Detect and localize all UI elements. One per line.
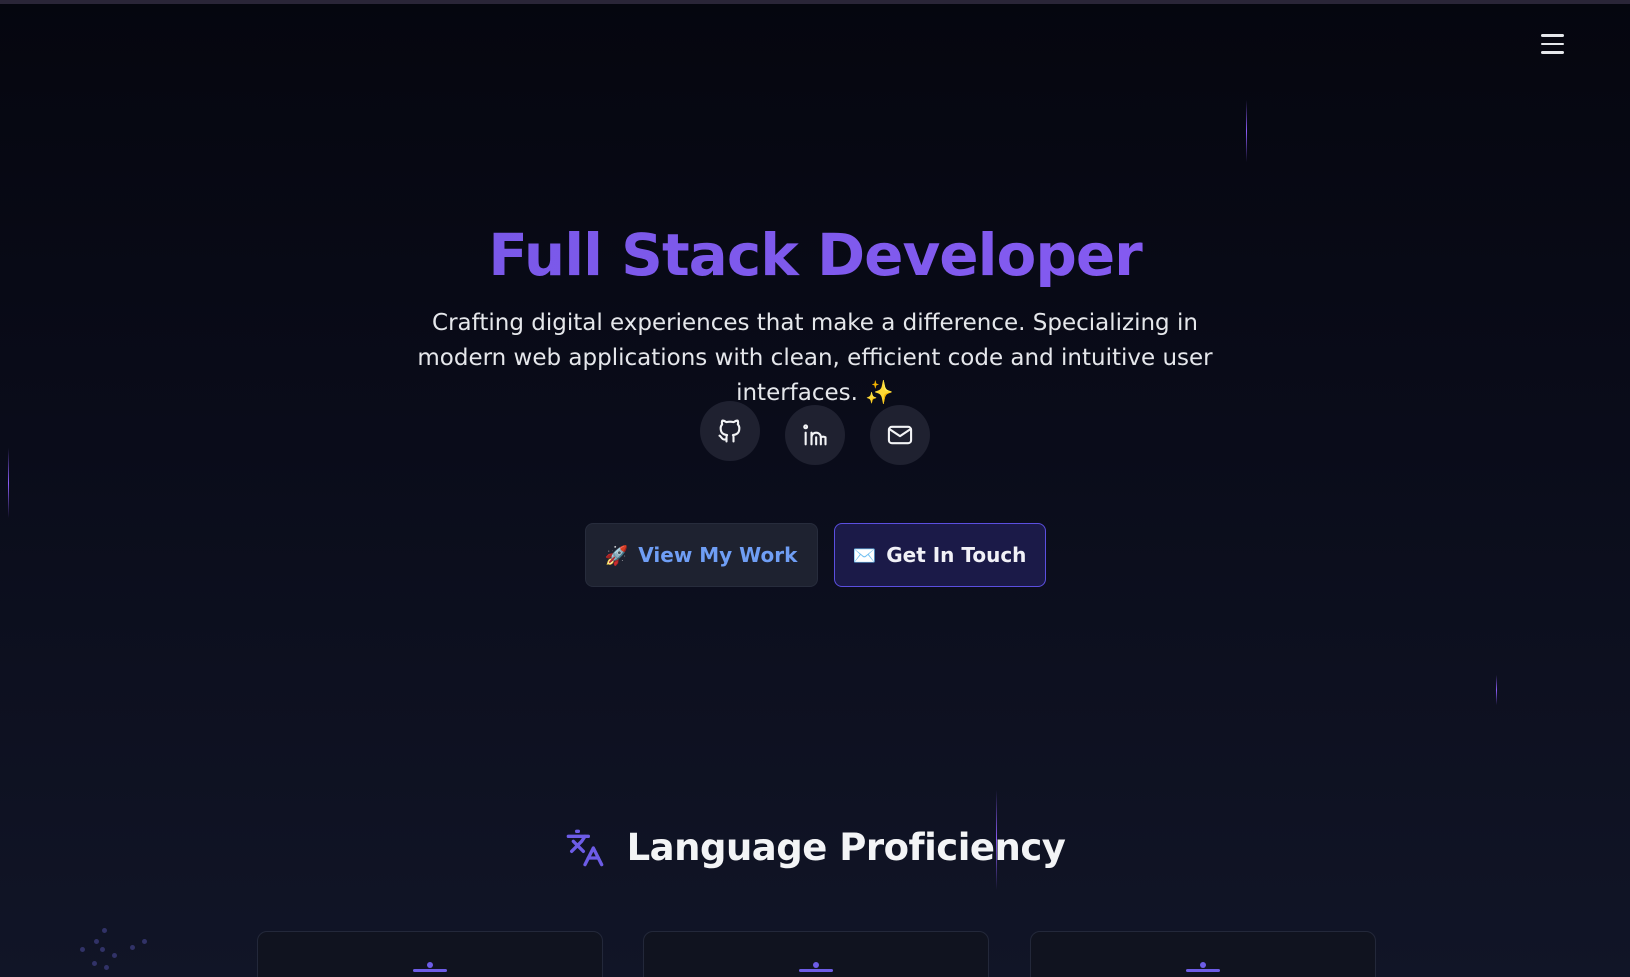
decor-dots (80, 925, 160, 975)
language-card (643, 931, 989, 977)
hero-subtitle: Crafting digital experiences that make a… (417, 310, 1213, 406)
email-link[interactable] (870, 405, 930, 465)
linkedin-link[interactable] (785, 405, 845, 465)
mail-icon (887, 425, 913, 445)
linkedin-icon (803, 424, 827, 446)
top-progress-bar (0, 0, 1630, 4)
card-icon (413, 962, 447, 974)
language-card (1030, 931, 1376, 977)
hero-title: Full Stack Developer (0, 220, 1630, 290)
language-card (257, 931, 603, 977)
github-link[interactable] (700, 401, 760, 461)
page: Full Stack Developer Crafting digital ex… (0, 0, 1630, 977)
decor-streak (1496, 675, 1497, 705)
get-in-touch-label: Get In Touch (886, 543, 1027, 567)
social-links (0, 401, 1630, 465)
card-icon (799, 962, 833, 974)
section-header: Language Proficiency (0, 826, 1630, 869)
section-title: Language Proficiency (626, 826, 1066, 869)
rocket-icon: 🚀 (604, 544, 629, 567)
envelope-icon: ✉️ (852, 544, 877, 567)
view-my-work-label: View My Work (638, 543, 798, 567)
view-my-work-button[interactable]: 🚀 View My Work (584, 523, 818, 587)
get-in-touch-button[interactable]: ✉️ Get In Touch (833, 523, 1046, 587)
cta-group: 🚀 View My Work ✉️ Get In Touch (0, 523, 1630, 587)
hamburger-menu-icon[interactable] (1536, 30, 1568, 58)
github-icon (718, 419, 741, 443)
card-icon (1186, 962, 1220, 974)
translate-icon (566, 829, 603, 866)
decor-streak (1246, 100, 1247, 162)
